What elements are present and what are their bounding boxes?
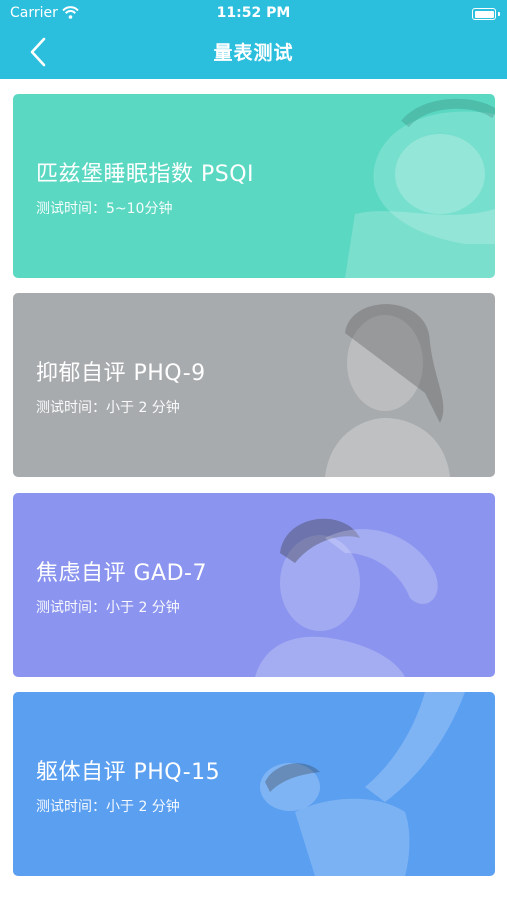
page-title: 量表测试 — [213, 42, 294, 64]
nav-bar: Carrier 11:52 PM 量表测试 — [0, 0, 507, 79]
scale-card-phq15[interactable]: 躯体自评 PHQ-15 测试时间：小于 2 分钟 — [13, 692, 495, 876]
card-title: 躯体自评 PHQ-15 — [36, 760, 221, 785]
status-time: 11:52 PM — [216, 5, 291, 21]
stretching-woman-image — [260, 692, 465, 876]
card-subtitle: 测试时间：小于 2 分钟 — [36, 400, 180, 416]
card-title: 焦虑自评 GAD-7 — [36, 561, 207, 586]
scale-card-phq9[interactable]: 抑郁自评 PHQ-9 测试时间：小于 2 分钟 — [13, 293, 495, 477]
card-subtitle: 测试时间：小于 2 分钟 — [36, 799, 180, 815]
status-bar: Carrier 11:52 PM — [0, 5, 507, 23]
scale-card-gad7[interactable]: 焦虑自评 GAD-7 测试时间：小于 2 分钟 — [13, 493, 495, 677]
card-subtitle: 测试时间：小于 2 分钟 — [36, 600, 180, 616]
scale-card-psqi[interactable]: 匹兹堡睡眠指数 PSQI 测试时间：5~10分钟 — [13, 94, 495, 278]
card-title: 匹兹堡睡眠指数 PSQI — [36, 162, 255, 187]
stressed-man-image — [255, 518, 438, 677]
battery-icon — [472, 8, 500, 20]
sleeping-woman-image — [345, 98, 495, 278]
woman-portrait-image — [325, 304, 450, 477]
card-subtitle: 测试时间：5~10分钟 — [36, 201, 173, 217]
card-title: 抑郁自评 PHQ-9 — [36, 361, 206, 386]
